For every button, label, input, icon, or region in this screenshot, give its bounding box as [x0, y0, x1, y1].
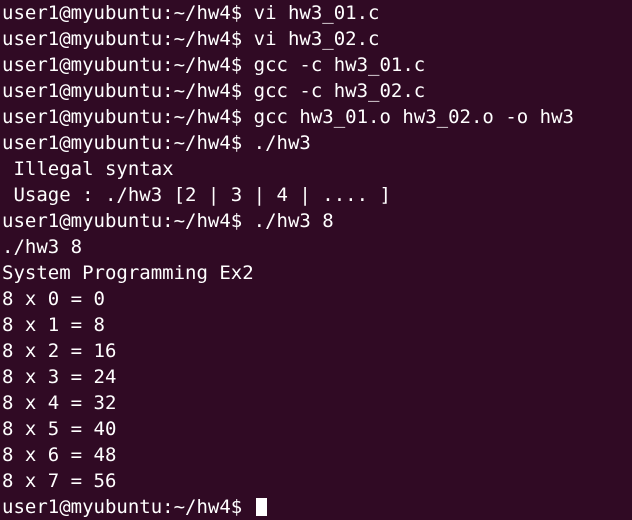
terminal-line: user1@myubuntu:~/hw4$ vi hw3_02.c — [2, 28, 380, 50]
terminal-line: user1@myubuntu:~/hw4$ vi hw3_01.c — [2, 2, 380, 24]
terminal-prompt-line[interactable]: user1@myubuntu:~/hw4$ — [2, 494, 632, 520]
terminal-line: Illegal syntax — [2, 158, 174, 180]
terminal-line: 8 x 7 = 56 — [2, 470, 117, 492]
terminal-line: user1@myubuntu:~/hw4$ gcc -c hw3_01.c — [2, 54, 426, 76]
terminal-line: 8 x 5 = 40 — [2, 418, 117, 440]
terminal-line: user1@myubuntu:~/hw4$ ./hw3 — [2, 132, 311, 154]
terminal-output: user1@myubuntu:~/hw4$ vi hw3_01.c user1@… — [2, 0, 632, 520]
terminal-line: 8 x 2 = 16 — [2, 340, 117, 362]
terminal-line: 8 x 6 = 48 — [2, 444, 117, 466]
terminal-line: user1@myubuntu:~/hw4$ ./hw3 8 — [2, 210, 334, 232]
terminal-window[interactable]: user1@myubuntu:~/hw4$ vi hw3_01.c user1@… — [0, 0, 632, 518]
terminal-line: 8 x 3 = 24 — [2, 366, 117, 388]
terminal-line: user1@myubuntu:~/hw4$ gcc -c hw3_02.c — [2, 80, 426, 102]
terminal-line: ./hw3 8 — [2, 236, 83, 258]
terminal-line: user1@myubuntu:~/hw4$ gcc hw3_01.o hw3_0… — [2, 106, 574, 128]
terminal-line: 8 x 0 = 0 — [2, 288, 105, 310]
text-cursor — [255, 498, 267, 516]
terminal-line: 8 x 1 = 8 — [2, 314, 105, 336]
terminal-line: 8 x 4 = 32 — [2, 392, 117, 414]
terminal-line: Usage : ./hw3 [2 | 3 | 4 | .... ] — [2, 184, 391, 206]
terminal-line: System Programming Ex2 — [2, 262, 254, 284]
terminal-prompt: user1@myubuntu:~/hw4$ — [2, 496, 254, 518]
